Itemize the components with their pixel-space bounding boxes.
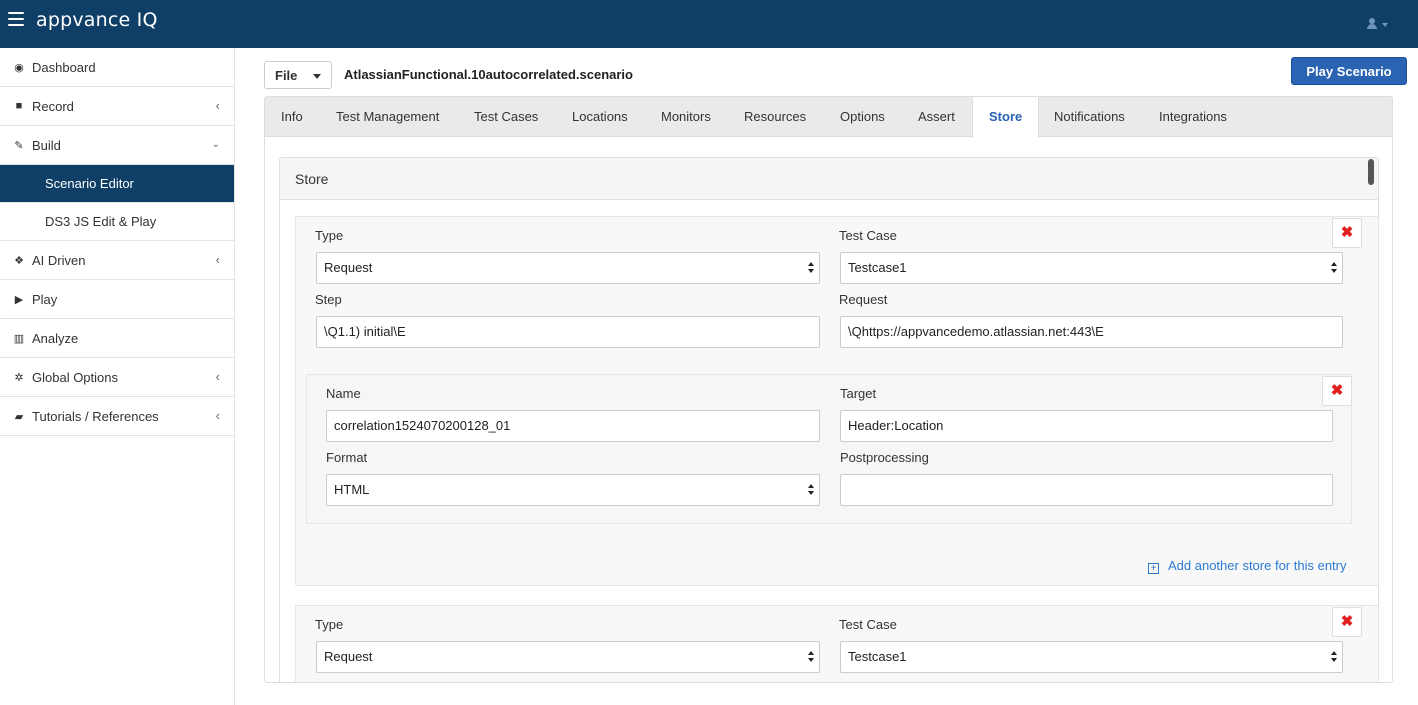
- step-field[interactable]: \Q1.1) initial\E: [316, 316, 820, 348]
- book-icon: ▰: [14, 410, 24, 423]
- sidebar-item-label: Dashboard: [32, 59, 96, 75]
- sidebar: ◉ Dashboard ■ Record ‹ ✎ Build ⌄ Scenari…: [0, 48, 235, 705]
- sidebar-item-label: Global Options: [32, 369, 118, 385]
- tab-monitors[interactable]: Monitors: [645, 97, 727, 137]
- delete-entry-button[interactable]: ✖: [1332, 218, 1362, 248]
- postprocessing-label: Postprocessing: [840, 450, 929, 465]
- type-label: Type: [315, 228, 344, 243]
- sidebar-item-build[interactable]: ✎ Build ⌄: [0, 126, 234, 165]
- add-store-label: Add another store for this entry: [1168, 558, 1347, 573]
- tab-info[interactable]: Info: [265, 97, 319, 137]
- chevron-down-icon: ⌄: [211, 139, 220, 150]
- user-icon-body: [1367, 24, 1377, 29]
- select-arrows-icon: [808, 651, 814, 663]
- tab-test-management[interactable]: Test Management: [320, 97, 455, 137]
- sidebar-item-tutorials[interactable]: ▰ Tutorials / References ‹: [0, 397, 234, 436]
- select-arrows-icon: [808, 262, 814, 274]
- dashboard-icon: ◉: [14, 61, 24, 74]
- sidebar-item-ds3-js-edit-play[interactable]: DS3 JS Edit & Play: [0, 203, 234, 241]
- brand-logo: appvance IQ: [36, 9, 158, 31]
- test-case-select[interactable]: Testcase1: [840, 252, 1343, 284]
- name-label: Name: [326, 386, 361, 401]
- type-select[interactable]: Request: [316, 641, 820, 673]
- tab-test-cases[interactable]: Test Cases: [458, 97, 554, 137]
- delete-entry-button[interactable]: ✖: [1332, 607, 1362, 637]
- sidebar-item-record[interactable]: ■ Record ‹: [0, 87, 234, 126]
- plus-square-icon: +: [1148, 563, 1159, 574]
- video-camera-icon: ■: [15, 100, 23, 112]
- hamburger-menu-icon[interactable]: [8, 12, 24, 26]
- step-label: Step: [315, 292, 342, 307]
- user-menu[interactable]: [1366, 14, 1396, 32]
- caret-down-icon: [1382, 23, 1388, 27]
- format-label: Format: [326, 450, 368, 465]
- name-field[interactable]: correlation1524070200128_01: [326, 410, 820, 442]
- sidebar-item-label: Tutorials / References: [32, 408, 159, 424]
- chevron-left-icon: ‹: [215, 408, 220, 423]
- target-field[interactable]: Header:Location: [840, 410, 1333, 442]
- format-select[interactable]: HTML: [326, 474, 820, 506]
- format-select-value: HTML: [334, 482, 370, 497]
- select-arrows-icon: [808, 484, 814, 496]
- caret-down-icon: [313, 74, 321, 79]
- test-case-select-value: Testcase1: [848, 649, 907, 664]
- type-label: Type: [315, 617, 344, 632]
- sidebar-item-play[interactable]: ▶ Play: [0, 280, 234, 319]
- robot-icon: ❖: [14, 254, 24, 267]
- store-panel: Store Type Test Case Request Testcase1 ✖…: [279, 157, 1379, 682]
- sidebar-item-label: AI Driven: [32, 252, 86, 268]
- target-label: Target: [840, 386, 877, 401]
- sidebar-item-label: Build: [32, 137, 61, 153]
- sidebar-item-global-options[interactable]: ✲ Global Options ‹: [0, 358, 234, 397]
- bar-chart-icon: ▥: [13, 332, 25, 345]
- scrollbar-thumb[interactable]: [1368, 159, 1374, 185]
- file-menu-label: File: [275, 67, 298, 83]
- sidebar-item-label: Analyze: [32, 330, 79, 346]
- test-case-select[interactable]: Testcase1: [840, 641, 1343, 673]
- store-item: Name Target correlation1524070200128_01 …: [306, 374, 1352, 524]
- test-case-select-value: Testcase1: [848, 260, 907, 275]
- chevron-left-icon: ‹: [215, 252, 220, 267]
- tab-notifications[interactable]: Notifications: [1038, 97, 1141, 137]
- sidebar-item-label: Record: [32, 98, 74, 114]
- file-menu-button[interactable]: File: [264, 61, 332, 89]
- tab-store[interactable]: Store: [972, 97, 1040, 138]
- select-arrows-icon: [1331, 262, 1337, 274]
- tab-bar: Info Test Management Test Cases Location…: [265, 97, 1392, 138]
- chevron-left-icon: ‹: [215, 369, 220, 384]
- type-select-value: Request: [324, 649, 373, 664]
- type-select[interactable]: Request: [316, 252, 820, 284]
- play-scenario-button[interactable]: Play Scenario: [1291, 57, 1407, 85]
- sidebar-item-dashboard[interactable]: ◉ Dashboard: [0, 48, 234, 87]
- tab-assert[interactable]: Assert: [902, 97, 971, 137]
- add-store-link[interactable]: + Add another store for this entry: [1148, 558, 1346, 574]
- test-case-label: Test Case: [839, 228, 897, 243]
- play-icon: ▶: [14, 293, 24, 306]
- sidebar-item-ai-driven[interactable]: ❖ AI Driven ‹: [0, 241, 234, 280]
- sidebar-item-scenario-editor[interactable]: Scenario Editor: [0, 165, 234, 203]
- tab-resources[interactable]: Resources: [728, 97, 822, 137]
- store-panel-title: Store: [280, 158, 1378, 200]
- request-label: Request: [839, 292, 888, 307]
- type-select-value: Request: [324, 260, 373, 275]
- sidebar-item-label: Play: [32, 291, 58, 307]
- wrench-icon: ✎: [14, 139, 24, 152]
- scenario-name: AtlassianFunctional.10autocorrelated.sce…: [344, 67, 633, 82]
- tab-options[interactable]: Options: [824, 97, 901, 137]
- test-case-label: Test Case: [839, 617, 897, 632]
- gears-icon: ✲: [14, 371, 24, 384]
- tab-integrations[interactable]: Integrations: [1143, 97, 1243, 137]
- request-field[interactable]: \Qhttps://appvancedemo.atlassian.net:443…: [840, 316, 1343, 348]
- store-entry: Type Test Case Request Testcase1 ✖: [295, 605, 1379, 682]
- top-bar: appvance IQ: [0, 0, 1418, 48]
- postprocessing-field[interactable]: [840, 474, 1333, 506]
- chevron-left-icon: ‹: [215, 98, 220, 113]
- select-arrows-icon: [1331, 651, 1337, 663]
- sidebar-item-analyze[interactable]: ▥ Analyze: [0, 319, 234, 358]
- tab-locations[interactable]: Locations: [556, 97, 644, 137]
- scenario-panel: Info Test Management Test Cases Location…: [264, 96, 1393, 683]
- delete-store-button[interactable]: ✖: [1322, 376, 1352, 406]
- store-entry: Type Test Case Request Testcase1 ✖ Step …: [295, 216, 1379, 586]
